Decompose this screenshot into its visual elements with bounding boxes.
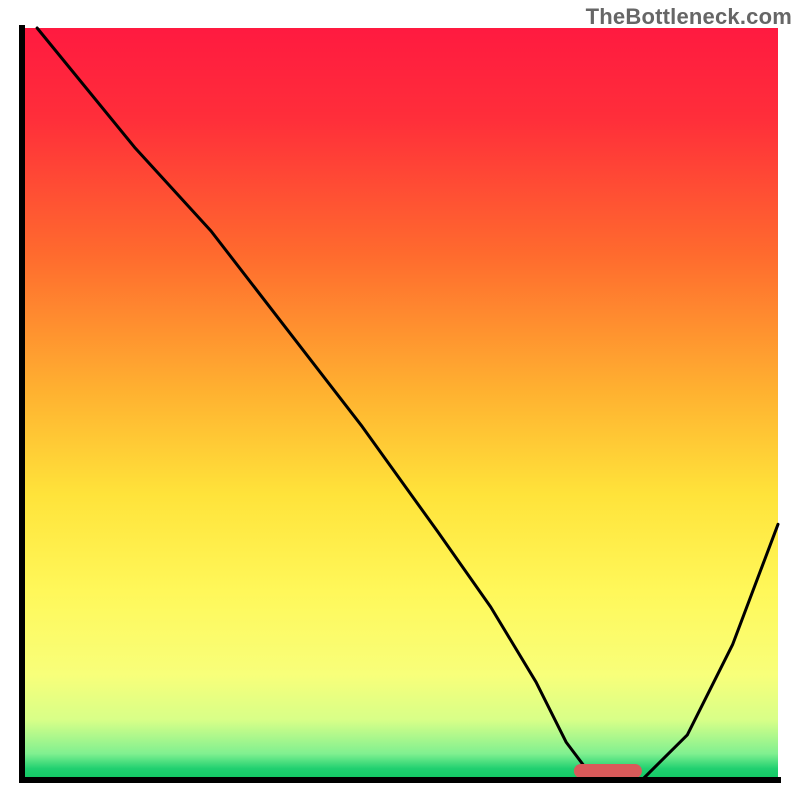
chart-background xyxy=(22,28,778,780)
watermark-text: TheBottleneck.com xyxy=(586,4,792,30)
bottleneck-chart: TheBottleneck.com xyxy=(0,0,800,800)
optimal-marker xyxy=(574,764,642,778)
chart-svg xyxy=(0,0,800,800)
